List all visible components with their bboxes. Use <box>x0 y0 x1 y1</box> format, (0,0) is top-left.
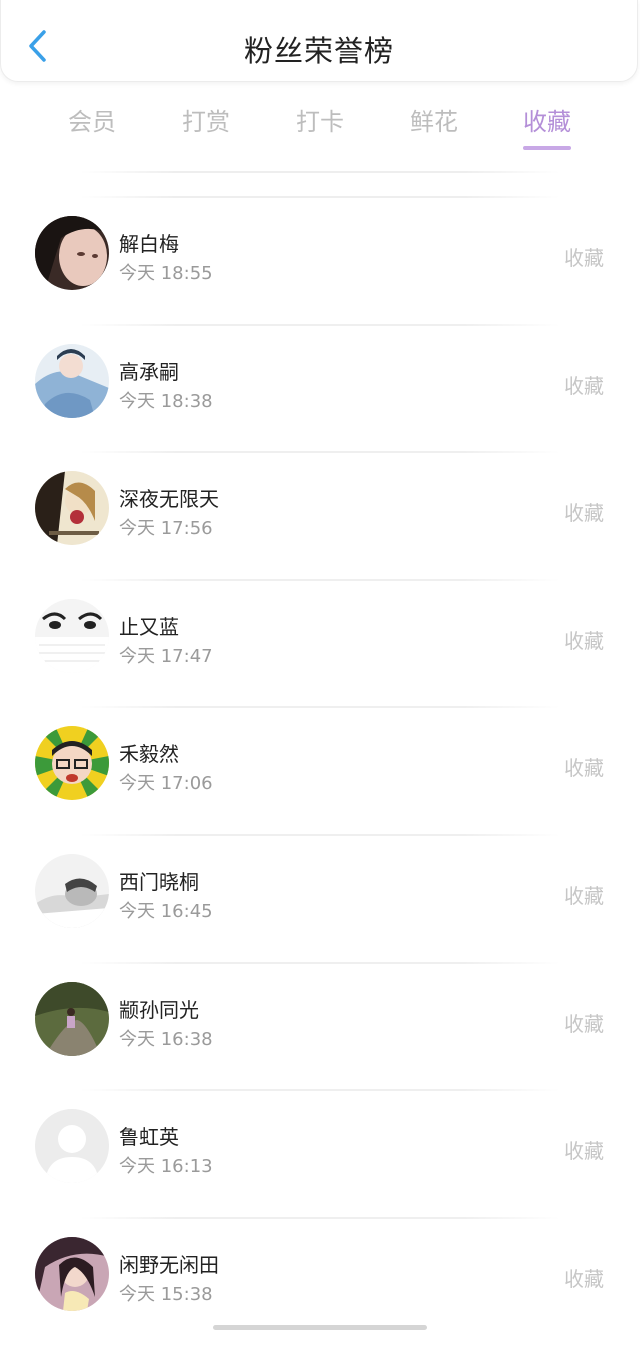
avatar-photo-icon[interactable] <box>35 471 109 546</box>
favorite-label: 收藏 <box>564 883 604 908</box>
list-item[interactable]: 禾毅然 今天 17:06 收藏 <box>0 708 640 836</box>
tab-bar: 会员 打赏 打卡 鲜花 收藏 <box>0 96 640 156</box>
avatar-photo-icon[interactable] <box>35 981 109 1056</box>
fan-time: 今天 16:38 <box>119 1028 213 1050</box>
fan-time: 今天 15:38 <box>119 1283 213 1305</box>
fan-name: 深夜无限天 <box>119 487 219 512</box>
divider <box>80 171 560 173</box>
tab-reward[interactable]: 打赏 <box>161 102 251 137</box>
fan-list: 解白梅 今天 18:55 收藏 高承嗣 今天 18:38 收藏 深夜无限天 今天… <box>0 198 640 1346</box>
fan-name: 颛孙同光 <box>119 997 199 1022</box>
list-item[interactable]: 深夜无限天 今天 17:56 收藏 <box>0 453 640 581</box>
top-bar: 粉丝荣誉榜 <box>0 0 638 82</box>
list-item[interactable]: 颛孙同光 今天 16:38 收藏 <box>0 964 640 1092</box>
fan-time: 今天 17:47 <box>119 645 213 667</box>
tab-favorites[interactable]: 收藏 <box>502 102 592 137</box>
favorite-label: 收藏 <box>564 1011 604 1036</box>
tab-flowers[interactable]: 鲜花 <box>389 102 479 137</box>
list-item[interactable]: 解白梅 今天 18:55 收藏 <box>0 198 640 326</box>
favorite-label: 收藏 <box>564 1139 604 1164</box>
avatar-photo-icon[interactable] <box>35 853 109 928</box>
tab-member[interactable]: 会员 <box>47 102 137 137</box>
fan-time: 今天 18:38 <box>119 390 213 412</box>
fan-name: 西门晓桐 <box>119 869 199 894</box>
list-item[interactable]: 西门晓桐 今天 16:45 收藏 <box>0 836 640 964</box>
avatar-photo-icon[interactable] <box>35 216 109 290</box>
fan-name: 止又蓝 <box>119 614 179 639</box>
fan-name: 鲁虹英 <box>119 1125 179 1150</box>
fan-time: 今天 17:06 <box>119 773 213 795</box>
avatar-photo-icon[interactable] <box>35 1236 109 1311</box>
tab-checkin[interactable]: 打卡 <box>275 102 365 137</box>
fan-name: 解白梅 <box>119 232 179 256</box>
home-indicator[interactable] <box>213 1325 427 1330</box>
favorite-label: 收藏 <box>564 246 604 270</box>
active-tab-indicator <box>523 146 571 150</box>
fan-time: 今天 16:13 <box>119 1156 213 1178</box>
fan-time: 今天 18:55 <box>119 263 213 284</box>
fan-time: 今天 16:45 <box>119 900 213 922</box>
avatar-cartoon-icon[interactable] <box>35 726 109 801</box>
avatar-default-icon[interactable] <box>35 1109 109 1184</box>
avatar-photo-icon[interactable] <box>35 343 109 418</box>
favorite-label: 收藏 <box>564 501 604 526</box>
fan-name: 禾毅然 <box>119 742 179 767</box>
favorite-label: 收藏 <box>564 373 604 398</box>
favorite-label: 收藏 <box>564 756 604 781</box>
fan-name: 高承嗣 <box>119 359 179 384</box>
list-item[interactable]: 高承嗣 今天 18:38 收藏 <box>0 326 640 454</box>
favorite-label: 收藏 <box>564 1266 604 1291</box>
list-item[interactable]: 止又蓝 今天 17:47 收藏 <box>0 581 640 709</box>
page-title: 粉丝荣誉榜 <box>243 34 394 68</box>
list-item[interactable]: 鲁虹英 今天 16:13 收藏 <box>0 1091 640 1219</box>
fan-name: 闲野无闲田 <box>119 1252 219 1277</box>
fan-time: 今天 17:56 <box>119 518 213 540</box>
favorite-label: 收藏 <box>564 628 604 653</box>
avatar-photo-icon[interactable] <box>35 598 109 673</box>
